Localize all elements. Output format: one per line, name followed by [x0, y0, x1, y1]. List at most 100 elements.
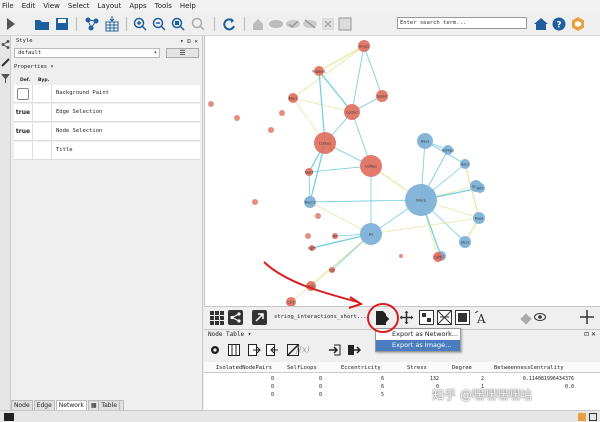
select-edges-icon[interactable] — [437, 310, 452, 325]
export-grid-icon[interactable] — [337, 16, 353, 32]
network-node[interactable]: Col6a1 — [360, 155, 382, 177]
table-cell[interactable]: 0 — [292, 384, 322, 390]
menu-item-export-network[interactable]: Export as Network... — [376, 329, 460, 340]
menu-help[interactable]: Help — [180, 2, 196, 10]
pan-cross-icon[interactable] — [580, 310, 594, 324]
refresh-icon[interactable] — [221, 16, 237, 32]
zoom-in-icon[interactable] — [132, 16, 148, 32]
select-all-icon[interactable] — [455, 310, 470, 325]
tab-node[interactable]: Node — [11, 400, 33, 410]
def-value[interactable]: true — [14, 104, 33, 121]
show-all-icon[interactable] — [285, 16, 301, 32]
network-node[interactable]: Kap1 — [288, 93, 298, 103]
panel-window-controls[interactable]: ⊡ ✕ — [584, 331, 596, 338]
table-cell[interactable]: 0 — [292, 392, 322, 398]
table-cell[interactable]: 5 — [354, 392, 384, 398]
col-header[interactable]: SelfLoops — [287, 365, 317, 371]
table-cell[interactable]: 0 — [244, 392, 274, 398]
network-node[interactable]: Cst — [329, 267, 335, 273]
select-nodes-icon[interactable] — [419, 310, 434, 325]
console-icon[interactable] — [4, 413, 14, 421]
network-edge[interactable] — [292, 45, 365, 99]
network-edge[interactable] — [351, 45, 365, 113]
gear-icon[interactable] — [210, 345, 220, 355]
tab-network[interactable]: Network — [55, 400, 87, 410]
style-select[interactable]: default ▾ — [14, 48, 160, 58]
table-cell[interactable]: 0 — [244, 376, 274, 382]
home-icon[interactable] — [533, 16, 549, 32]
table-cell[interactable]: 6 — [354, 376, 384, 382]
help-icon[interactable]: ? — [551, 16, 567, 32]
menu-item-export-image[interactable]: Export as Image... — [376, 340, 460, 351]
network-node[interactable]: Amp1 — [358, 40, 370, 52]
export-icon[interactable] — [374, 310, 390, 326]
tab-edge[interactable]: Edge — [33, 400, 55, 410]
network-node[interactable]: Gsk1 — [460, 159, 470, 169]
show-hide-icon[interactable] — [268, 16, 284, 32]
import-network-icon[interactable] — [84, 16, 100, 32]
grid-view-icon[interactable] — [210, 311, 224, 325]
menu-edit[interactable]: Edit — [22, 2, 36, 10]
table-cell[interactable]: 0 — [244, 384, 274, 390]
search-input[interactable]: Enter search term... — [397, 17, 527, 29]
network-node[interactable]: Col1a1 — [314, 132, 336, 154]
network-canvas[interactable]: Amp1 Kappa1 Glob1 Kap1 Col3a1 Col1a1 Col6a1 Kap… — [204, 36, 600, 306]
function-builder-icon[interactable]: f(x) — [296, 345, 310, 354]
network-node[interactable] — [252, 199, 258, 205]
filter-icon[interactable] — [1, 74, 10, 83]
network-node[interactable]: Nas1 — [417, 133, 433, 149]
network-node[interactable]: Hs — [360, 223, 382, 245]
panel-window-controls[interactable]: ▾ ⊡ ✕ — [180, 38, 198, 45]
menu-file[interactable]: File — [2, 2, 14, 10]
network-edge[interactable] — [363, 45, 383, 97]
menu-view[interactable]: View — [43, 2, 60, 10]
network-node[interactable]: Fgf5 — [308, 245, 316, 251]
share-icon[interactable] — [1, 40, 10, 49]
move-icon[interactable] — [400, 311, 413, 324]
property-row[interactable]: Background Paint — [14, 85, 200, 103]
zoom-fit-icon[interactable] — [170, 16, 186, 32]
network-node[interactable]: Col3a1 — [344, 104, 360, 120]
table-panel-title[interactable]: Node Table ▾ — [208, 331, 251, 338]
columns-icon[interactable] — [228, 344, 240, 356]
network-edge[interactable] — [370, 217, 480, 235]
annotation-text-icon[interactable]: A — [474, 310, 489, 326]
table-cell[interactable]: 132 — [409, 376, 439, 382]
save-icon[interactable] — [54, 16, 70, 32]
menu-tools[interactable]: Tools — [155, 2, 172, 10]
zoom-out-icon[interactable] — [151, 16, 167, 32]
network-node[interactable]: Kap3 — [305, 168, 314, 176]
network-node[interactable]: Kappa1 — [312, 66, 326, 76]
table-cell[interactable]: 0 — [292, 376, 322, 382]
def-swatch[interactable] — [14, 85, 33, 102]
export-table-icon[interactable] — [347, 344, 362, 356]
open-folder-icon[interactable] — [34, 16, 50, 32]
import-table-icon[interactable] — [328, 344, 342, 356]
pop-out-icon[interactable] — [252, 310, 267, 325]
property-row[interactable]: Title — [14, 142, 200, 160]
property-row[interactable]: true Node Selection — [14, 123, 200, 141]
home-first-icon[interactable] — [251, 16, 267, 32]
network-node[interactable]: Rspo — [473, 212, 485, 224]
network-node[interactable] — [279, 110, 285, 116]
new-session-icon[interactable] — [3, 16, 19, 32]
table-cell[interactable]: 6 — [354, 384, 384, 390]
export-column-icon[interactable] — [266, 344, 279, 356]
network-node[interactable] — [234, 115, 240, 121]
brush-icon[interactable] — [1, 58, 10, 67]
network-node[interactable] — [399, 254, 403, 258]
hide-icon[interactable] — [302, 16, 318, 32]
style-menu-button[interactable]: ☰ — [166, 48, 199, 58]
network-node[interactable]: Frzb — [306, 281, 316, 291]
network-node[interactable] — [268, 127, 274, 133]
network-node[interactable]: Sbs1 — [459, 236, 471, 248]
network-node[interactable]: Ifn — [332, 233, 338, 239]
menu-select[interactable]: Select — [68, 2, 90, 10]
menu-apps[interactable]: Apps — [129, 2, 146, 10]
def-value[interactable]: true — [14, 123, 33, 140]
property-row[interactable]: true Edge Selection — [14, 104, 200, 122]
network-node[interactable]: Ctr1 — [286, 297, 296, 306]
network-node[interactable] — [305, 233, 311, 239]
birds-eye-toggle-icon[interactable] — [520, 313, 532, 325]
network-node[interactable]: Nmrp — [405, 184, 437, 216]
